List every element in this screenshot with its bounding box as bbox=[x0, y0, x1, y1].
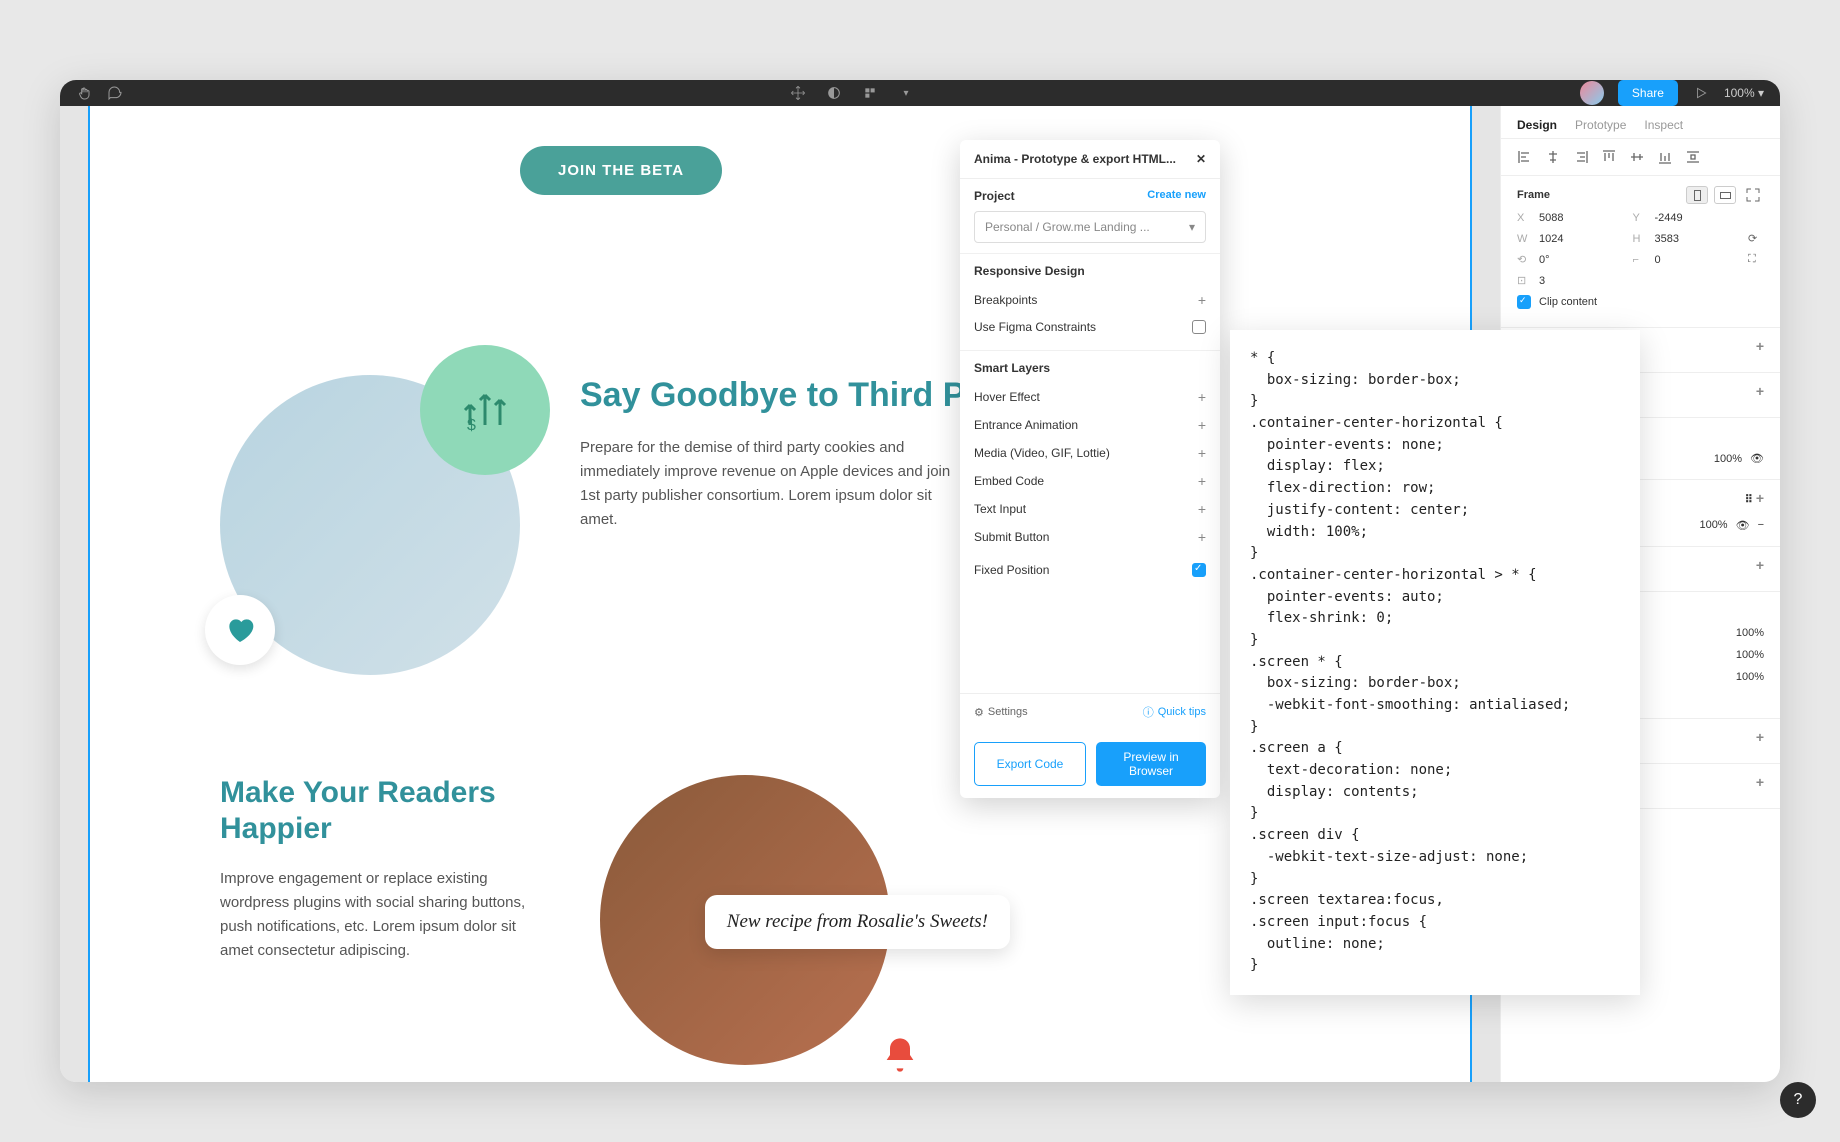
bell-icon bbox=[880, 1035, 920, 1075]
add-breakpoint-icon[interactable]: + bbox=[1198, 292, 1206, 308]
clip-content-label: Clip content bbox=[1539, 296, 1597, 308]
plugin-title: Anima - Prototype & export HTML... bbox=[974, 152, 1176, 166]
tab-prototype[interactable]: Prototype bbox=[1575, 118, 1626, 132]
section2-heading: Make Your Readers Happier bbox=[220, 775, 540, 847]
fill-visibility-icon[interactable]: 👁 bbox=[1736, 519, 1750, 532]
smart-layer-row: Text Input+ bbox=[974, 495, 1206, 523]
orientation-portrait-icon[interactable] bbox=[1686, 186, 1708, 204]
y-input[interactable] bbox=[1655, 212, 1739, 224]
project-select[interactable]: Personal / Grow.me Landing ...▾ bbox=[974, 211, 1206, 243]
css-code-overlay: * { box-sizing: border-box; } .container… bbox=[1230, 330, 1640, 995]
visibility-icon[interactable]: 👁 bbox=[1750, 452, 1764, 465]
left-gutter bbox=[60, 106, 88, 1082]
section2-body: Improve engagement or replace existing w… bbox=[220, 867, 540, 963]
component-icon[interactable] bbox=[861, 84, 879, 102]
distribute-icon[interactable] bbox=[1685, 149, 1701, 165]
constraints-checkbox[interactable] bbox=[1192, 320, 1206, 334]
smart-layer-row: Embed Code+ bbox=[974, 467, 1206, 495]
add-fill-icon[interactable]: + bbox=[1756, 490, 1764, 506]
smart-layer-row: Hover Effect+ bbox=[974, 383, 1206, 411]
link-wh-icon[interactable]: ⟳ bbox=[1748, 232, 1764, 245]
quick-tips-link[interactable]: ⓘQuick tips bbox=[1143, 704, 1206, 720]
extra-input[interactable] bbox=[1539, 275, 1623, 287]
avatar[interactable] bbox=[1580, 81, 1604, 105]
hand-tool-icon[interactable] bbox=[76, 84, 94, 102]
add-icon[interactable]: + bbox=[1198, 529, 1206, 545]
close-icon[interactable]: ✕ bbox=[1196, 152, 1206, 166]
zoom-level[interactable]: 100% ▾ bbox=[1724, 86, 1764, 100]
play-icon[interactable] bbox=[1692, 84, 1710, 102]
add-stroke-icon[interactable]: + bbox=[1756, 557, 1764, 573]
help-fab[interactable]: ? bbox=[1780, 1082, 1816, 1118]
corner-detail-icon[interactable]: ⛶ bbox=[1748, 253, 1764, 266]
section-readers: Make Your Readers Happier Improve engage… bbox=[220, 775, 1340, 1065]
remove-fill-icon[interactable]: − bbox=[1758, 519, 1764, 531]
panel-tabs: Design Prototype Inspect bbox=[1501, 106, 1780, 139]
info-icon: ⓘ bbox=[1143, 704, 1154, 720]
mask-icon[interactable] bbox=[825, 84, 843, 102]
add-icon[interactable]: + bbox=[1198, 389, 1206, 405]
hero-image-1: $ bbox=[220, 375, 520, 675]
settings-link[interactable]: ⚙Settings bbox=[974, 706, 1028, 719]
add-autolayout-icon[interactable]: + bbox=[1756, 338, 1764, 354]
frame-section: Frame X Y W H ⟳ ⟲ ⌐ ⛶ ⊡ bbox=[1501, 176, 1780, 328]
add-grid-icon[interactable]: + bbox=[1756, 383, 1764, 399]
move-tool-icon[interactable] bbox=[789, 84, 807, 102]
smart-layer-row: Entrance Animation+ bbox=[974, 411, 1206, 439]
align-top-icon[interactable] bbox=[1601, 149, 1617, 165]
add-export-icon[interactable]: + bbox=[1756, 774, 1764, 790]
export-code-button[interactable]: Export Code bbox=[974, 742, 1086, 786]
align-bottom-icon[interactable] bbox=[1657, 149, 1673, 165]
top-toolbar: ▾ Share 100% ▾ bbox=[60, 80, 1780, 106]
align-hcenter-icon[interactable] bbox=[1545, 149, 1561, 165]
x-input[interactable] bbox=[1539, 212, 1623, 224]
svg-text:$: $ bbox=[467, 417, 476, 434]
align-vcenter-icon[interactable] bbox=[1629, 149, 1645, 165]
preview-browser-button[interactable]: Preview in Browser bbox=[1096, 742, 1206, 786]
fill-style-icon[interactable]: ⠿ bbox=[1745, 494, 1753, 506]
create-new-link[interactable]: Create new bbox=[1147, 189, 1206, 203]
hero-image-2: New recipe from Rosalie's Sweets! bbox=[600, 775, 890, 1065]
corner-input[interactable] bbox=[1655, 254, 1739, 266]
h-input[interactable] bbox=[1655, 233, 1739, 245]
clip-content-checkbox[interactable] bbox=[1517, 295, 1531, 309]
section1-body: Prepare for the demise of third party co… bbox=[580, 436, 960, 532]
add-icon[interactable]: + bbox=[1198, 445, 1206, 461]
align-left-icon[interactable] bbox=[1517, 149, 1533, 165]
heart-badge bbox=[205, 595, 275, 665]
add-effect-icon[interactable]: + bbox=[1756, 729, 1764, 745]
w-input[interactable] bbox=[1539, 233, 1623, 245]
share-button[interactable]: Share bbox=[1618, 80, 1678, 106]
add-icon[interactable]: + bbox=[1198, 473, 1206, 489]
tab-design[interactable]: Design bbox=[1517, 118, 1557, 132]
anima-plugin-panel: Anima - Prototype & export HTML... ✕ Pro… bbox=[960, 140, 1220, 798]
add-icon[interactable]: + bbox=[1198, 501, 1206, 517]
recipe-bubble: New recipe from Rosalie's Sweets! bbox=[705, 895, 1010, 949]
chevron-down-icon: ▾ bbox=[1189, 220, 1195, 234]
align-controls bbox=[1501, 139, 1780, 176]
tab-inspect[interactable]: Inspect bbox=[1644, 118, 1683, 132]
resize-fit-icon[interactable] bbox=[1742, 186, 1764, 204]
rotation-input[interactable] bbox=[1539, 254, 1623, 266]
join-beta-button[interactable]: JOIN THE BETA bbox=[520, 146, 722, 195]
add-icon[interactable]: + bbox=[1198, 417, 1206, 433]
layer-opacity[interactable]: 100% bbox=[1714, 453, 1742, 465]
growth-badge: $ bbox=[420, 345, 550, 475]
smart-layer-row: Submit Button+ bbox=[974, 523, 1206, 551]
frame-label: Frame bbox=[1517, 189, 1550, 201]
fixed-checkbox[interactable] bbox=[1192, 563, 1206, 577]
comment-icon[interactable] bbox=[106, 84, 124, 102]
chevron-down-icon[interactable]: ▾ bbox=[897, 84, 915, 102]
gear-icon: ⚙ bbox=[974, 706, 984, 719]
align-right-icon[interactable] bbox=[1573, 149, 1589, 165]
fill-opacity[interactable]: 100% bbox=[1699, 519, 1727, 531]
orientation-landscape-icon[interactable] bbox=[1714, 186, 1736, 204]
smart-layer-row: Media (Video, GIF, Lottie)+ bbox=[974, 439, 1206, 467]
